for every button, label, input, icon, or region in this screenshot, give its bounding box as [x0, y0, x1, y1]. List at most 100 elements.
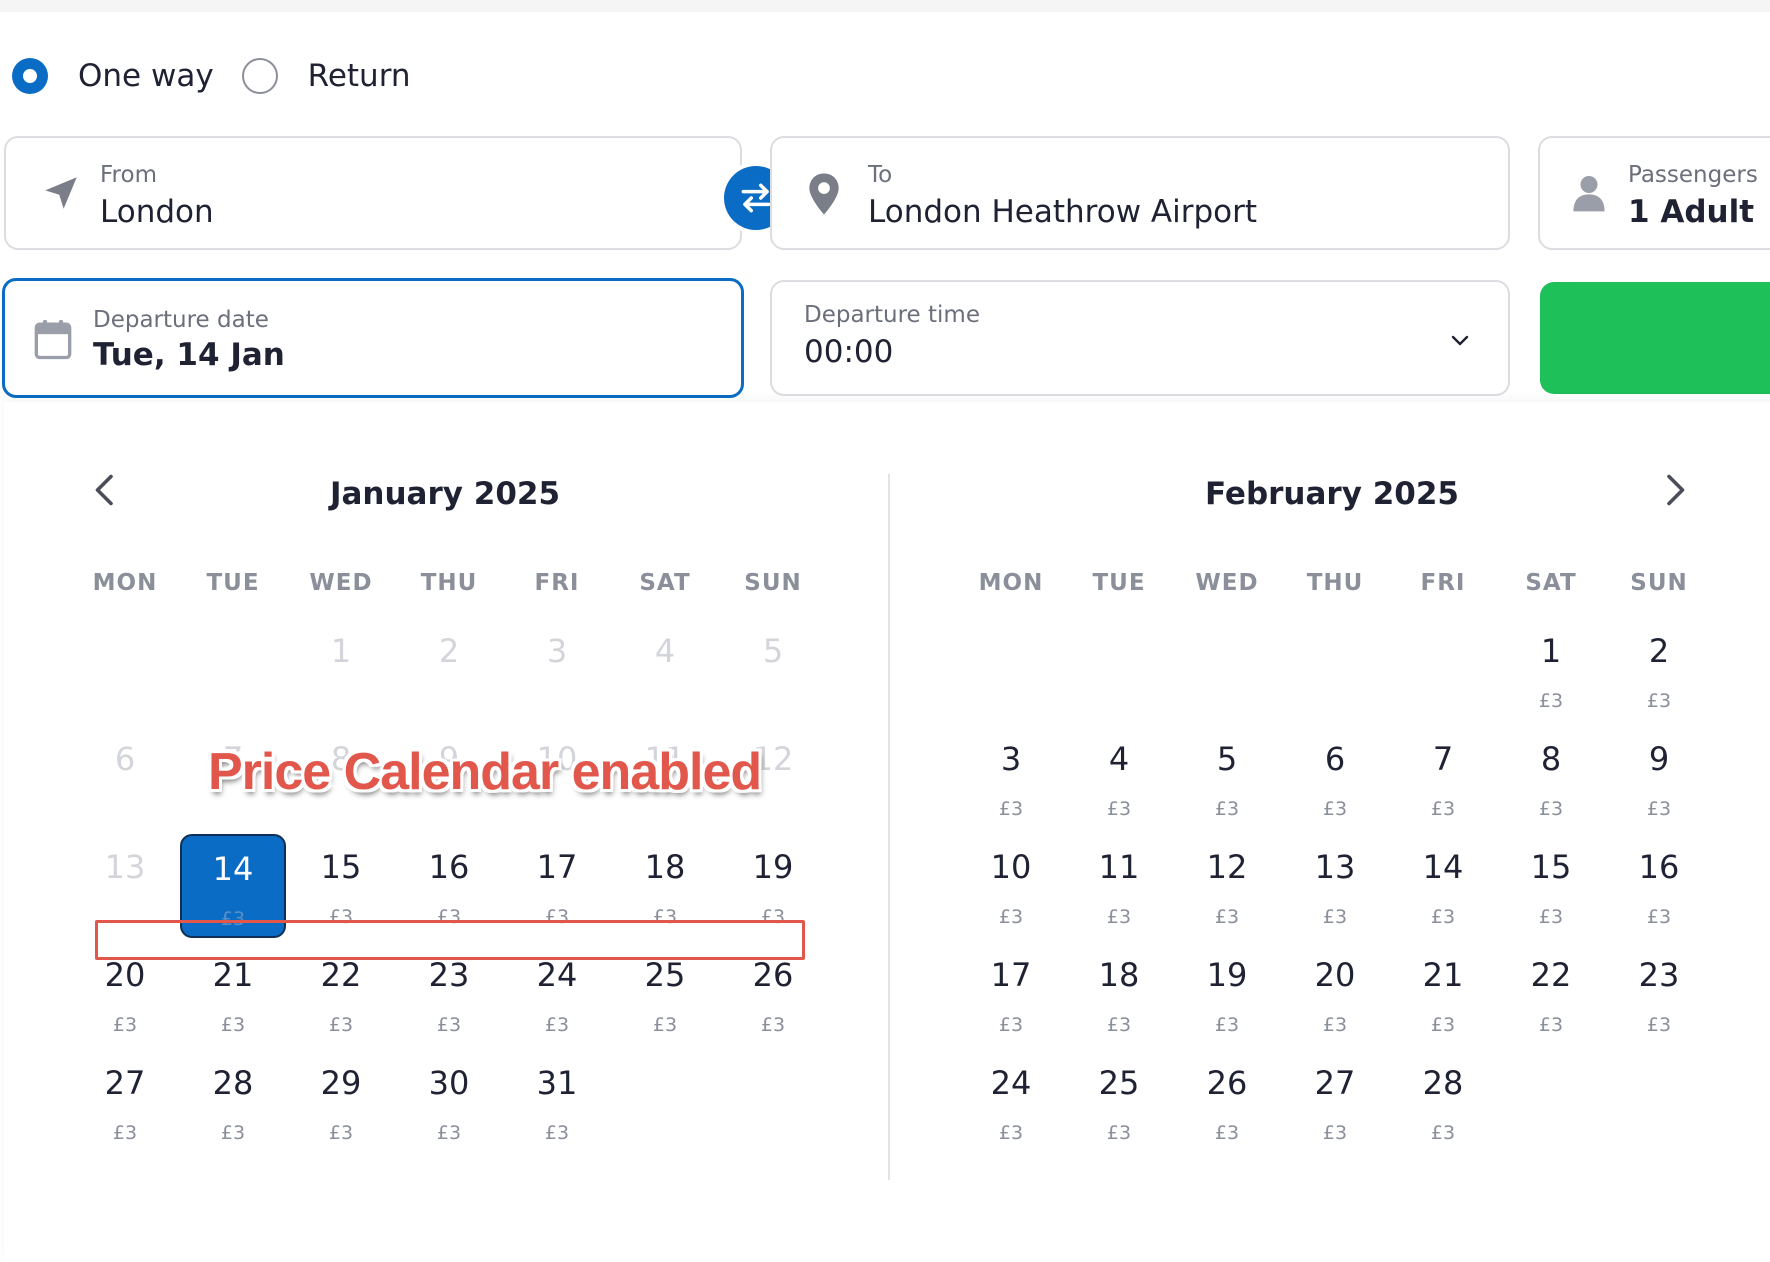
calendar-day[interactable]: 6 £3 — [1282, 726, 1388, 830]
one-way-radio[interactable] — [12, 58, 48, 94]
weekday-header: FRI — [534, 570, 580, 596]
calendar-day[interactable]: 23 £3 — [1606, 942, 1712, 1046]
departure-time-value[interactable]: 00:00 — [804, 334, 893, 370]
day-number: 25 — [1098, 1064, 1140, 1102]
calendar-day[interactable]: 15 £3 — [1498, 834, 1604, 938]
calendar-icon — [34, 320, 72, 360]
calendar-day[interactable]: 28 £3 — [1390, 1050, 1496, 1154]
departure-date-value[interactable]: Tue, 14 Jan — [93, 337, 285, 373]
from-value[interactable]: London — [100, 194, 214, 230]
next-month-icon[interactable] — [1660, 472, 1690, 508]
calendar-day[interactable]: 8 £3 — [1498, 726, 1604, 830]
day-price: £3 — [998, 798, 1024, 820]
to-field[interactable]: To London Heathrow Airport — [770, 136, 1510, 250]
day-number: 5 — [1216, 740, 1238, 778]
day-price: £3 — [112, 1014, 138, 1036]
calendar-day[interactable]: 19 £3 — [1174, 942, 1280, 1046]
calendar-day[interactable]: 24 £3 — [958, 1050, 1064, 1154]
weekday-header: TUE — [1092, 570, 1146, 596]
calendar-day[interactable]: 27 £3 — [1282, 1050, 1388, 1154]
passengers-field[interactable]: Passengers 1 Adult — [1538, 136, 1770, 250]
calendar-day[interactable]: 16 £3 — [1606, 834, 1712, 938]
calendar-day[interactable]: 25 £3 — [1066, 1050, 1172, 1154]
calendar-day: 1 — [288, 618, 394, 722]
departure-date-label: Departure date — [93, 307, 269, 333]
calendar-day[interactable]: 9 £3 — [1606, 726, 1712, 830]
calendar-day[interactable]: 29 £3 — [288, 1050, 394, 1154]
day-number: 16 — [428, 848, 470, 886]
weekday-header: SUN — [1630, 570, 1688, 596]
day-number: 29 — [320, 1064, 362, 1102]
day-price: £3 — [1538, 1014, 1564, 1036]
return-label[interactable]: Return — [308, 58, 411, 94]
weekday-header: SUN — [744, 570, 802, 596]
day-number: 2 — [438, 632, 460, 670]
calendar-day[interactable]: 22 £3 — [1498, 942, 1604, 1046]
departure-time-field[interactable]: Departure time 00:00 — [770, 280, 1510, 396]
day-number: 12 — [1206, 848, 1248, 886]
day-price: £3 — [220, 1014, 246, 1036]
calendar-day[interactable]: 1 £3 — [1498, 618, 1604, 722]
prev-month-icon[interactable] — [90, 472, 120, 508]
calendar-day[interactable]: 20 £3 — [1282, 942, 1388, 1046]
day-price: £3 — [1646, 906, 1672, 928]
calendar-day[interactable]: 17 £3 — [958, 942, 1064, 1046]
from-field[interactable]: From London — [4, 136, 742, 250]
passengers-value[interactable]: 1 Adult — [1628, 194, 1754, 230]
calendar-day[interactable]: 3 £3 — [958, 726, 1064, 830]
calendar-day[interactable]: 21 £3 — [1390, 942, 1496, 1046]
day-number: 11 — [1098, 848, 1140, 886]
day-number: 19 — [752, 848, 794, 886]
calendar-day[interactable]: 27 £3 — [72, 1050, 178, 1154]
departure-date-field[interactable]: Departure date Tue, 14 Jan — [2, 278, 744, 398]
day-number: 27 — [1314, 1064, 1356, 1102]
month-title-january: January 2025 — [329, 476, 561, 512]
calendar-day[interactable]: 10 £3 — [958, 834, 1064, 938]
chevron-down-icon[interactable] — [1448, 328, 1472, 352]
day-price: £3 — [544, 1122, 570, 1144]
calendar-day[interactable]: 5 £3 — [1174, 726, 1280, 830]
day-number: 13 — [1314, 848, 1356, 886]
calendar-day: 3 — [504, 618, 610, 722]
calendar-day: 2 — [396, 618, 502, 722]
day-number: 10 — [990, 848, 1032, 886]
day-number: 23 — [428, 956, 470, 994]
to-value[interactable]: London Heathrow Airport — [868, 194, 1257, 230]
day-number: 19 — [1206, 956, 1248, 994]
map-pin-icon — [809, 173, 839, 215]
day-number: 4 — [1108, 740, 1130, 778]
calendar-day[interactable]: 12 £3 — [1174, 834, 1280, 938]
calendar-day[interactable]: 7 £3 — [1390, 726, 1496, 830]
day-price: £3 — [1430, 906, 1456, 928]
calendar-day: 6 — [72, 726, 178, 830]
calendar-day[interactable]: 13 £3 — [1282, 834, 1388, 938]
day-price: £3 — [1646, 798, 1672, 820]
calendar-day[interactable]: 26 £3 — [1174, 1050, 1280, 1154]
day-price: £3 — [1646, 1014, 1672, 1036]
day-price: £3 — [1106, 798, 1132, 820]
from-label: From — [100, 162, 157, 188]
day-number: 1 — [1540, 632, 1562, 670]
calendar-day[interactable]: 14 £3 — [1390, 834, 1496, 938]
calendar-day[interactable]: 11 £3 — [1066, 834, 1172, 938]
one-way-label[interactable]: One way — [78, 58, 214, 94]
day-number: 22 — [1530, 956, 1572, 994]
day-price: £3 — [998, 1122, 1024, 1144]
calendar-day[interactable]: 28 £3 — [180, 1050, 286, 1154]
calendar-day[interactable]: 18 £3 — [1066, 942, 1172, 1046]
day-number: 14 — [212, 850, 254, 888]
calendar-day[interactable]: 31 £3 — [504, 1050, 610, 1154]
search-button[interactable] — [1540, 282, 1770, 394]
return-radio[interactable] — [241, 58, 278, 94]
calendar-day[interactable]: 2 £3 — [1606, 618, 1712, 722]
passengers-label: Passengers — [1628, 162, 1758, 188]
weekday-header: THU — [420, 570, 478, 596]
day-price: £3 — [1214, 798, 1240, 820]
day-price: £3 — [328, 1014, 354, 1036]
day-price: £3 — [1106, 1122, 1132, 1144]
calendar-day[interactable]: 30 £3 — [396, 1050, 502, 1154]
day-price: £3 — [1322, 906, 1348, 928]
day-price: £3 — [998, 906, 1024, 928]
day-number: 3 — [546, 632, 568, 670]
calendar-day[interactable]: 4 £3 — [1066, 726, 1172, 830]
